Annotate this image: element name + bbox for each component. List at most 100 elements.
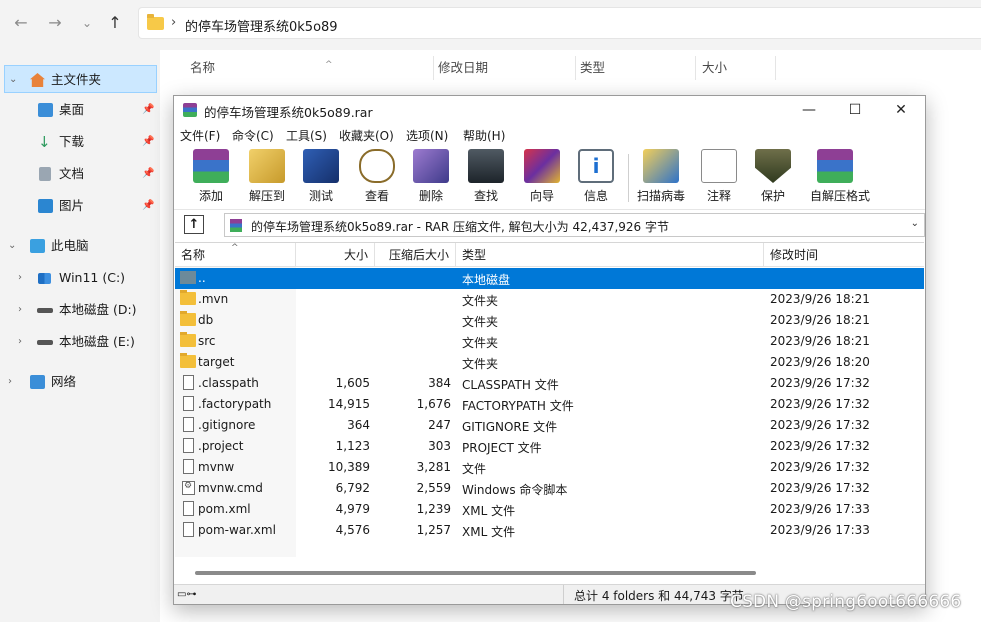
script-file-icon [182, 481, 195, 495]
virus-scan-button[interactable]: 扫描病毒 [636, 149, 686, 207]
up-button[interactable]: ↑ [104, 12, 126, 34]
sidebar-item-pictures[interactable]: 图片 📌 [0, 192, 158, 220]
test-button[interactable]: 测试 [296, 149, 346, 207]
horizontal-scrollbar[interactable] [175, 567, 924, 579]
menu-commands[interactable]: 命令(C) [232, 127, 274, 144]
sidebar-item-drive-c[interactable]: › Win11 (C:) [0, 264, 158, 292]
column-header-name[interactable]: 名称 ^ [182, 56, 434, 80]
chevron-down-icon[interactable]: ⌄ [8, 232, 16, 260]
sidebar-item-this-pc[interactable]: ⌄ 此电脑 [0, 232, 158, 260]
up-one-level-button[interactable]: ↑ [184, 215, 204, 234]
cell-modified: 2023/9/26 18:20 [770, 355, 870, 369]
delete-button[interactable]: 删除 [406, 149, 456, 207]
download-icon: ↓ [38, 133, 51, 151]
column-header-name[interactable]: 名称 ^ [175, 243, 296, 267]
table-row[interactable]: .project 1,123 303 PROJECT 文件 2023/9/26 17:3… [175, 436, 924, 457]
column-header-modified[interactable]: 修改时间 [764, 243, 924, 267]
sidebar-item-drive-d[interactable]: › 本地磁盘 (D:) [0, 296, 158, 324]
sidebar-item-documents[interactable]: 文档 📌 [0, 160, 158, 188]
sidebar-item-downloads[interactable]: ↓ 下载 📌 [0, 128, 158, 156]
drive-status-icon[interactable]: ▭⊶ [177, 588, 209, 601]
close-button[interactable]: ✕ [878, 96, 924, 124]
protect-icon [755, 149, 791, 183]
extract-to-button[interactable]: 解压到 [242, 149, 292, 207]
wizard-button[interactable]: 向导 [517, 149, 567, 207]
menu-help[interactable]: 帮助(H) [463, 127, 505, 144]
menu-options[interactable]: 选项(N) [406, 127, 448, 144]
table-row[interactable]: .factorypath 14,915 1,676 FACTORYPATH 文件 202… [175, 394, 924, 415]
table-row[interactable]: pom-war.xml 4,576 1,257 XML 文件 2023/9/26 17:… [175, 520, 924, 541]
navigation-pane: ⌄ 主文件夹 桌面 📌 ↓ 下载 📌 文档 📌 图片 📌 ⌄ 此电脑 › Win… [0, 50, 160, 622]
table-row[interactable]: .classpath 1,605 384 CLASSPATH 文件 2023/9/26 … [175, 373, 924, 394]
table-row[interactable]: pom.xml 4,979 1,239 XML 文件 2023/9/26 17:33 [175, 499, 924, 520]
test-icon [303, 149, 339, 183]
cell-type: XML 文件 [462, 504, 516, 518]
sfx-button[interactable]: 自解压格式 [810, 149, 870, 207]
toolbar: 添加 解压到 测试 查看 删除 查找 向导 i 信息 扫描病毒 注释 保护 自解… [174, 146, 925, 210]
table-row[interactable]: .mvn 文件夹 2023/9/26 18:21 [175, 289, 924, 310]
column-header-type[interactable]: 类型 [572, 56, 696, 80]
table-row[interactable]: target 文件夹 2023/9/26 18:20 [175, 352, 924, 373]
view-button[interactable]: 查看 [352, 149, 402, 207]
menu-tools[interactable]: 工具(S) [286, 127, 327, 144]
comment-button[interactable]: 注释 [694, 149, 744, 207]
chevron-right-icon[interactable]: › [18, 264, 22, 292]
column-label: 名称 [190, 60, 216, 75]
back-button[interactable]: ← [10, 12, 32, 34]
cell-modified: 2023/9/26 17:32 [770, 418, 870, 432]
cell-modified: 2023/9/26 18:21 [770, 334, 870, 348]
find-button[interactable]: 查找 [461, 149, 511, 207]
chevron-down-icon[interactable]: ⌄ [911, 218, 919, 229]
pin-icon[interactable]: 📌 [142, 160, 154, 188]
desktop-icon [38, 103, 53, 117]
folder-icon [180, 332, 196, 347]
scrollbar-thumb[interactable] [195, 571, 756, 575]
maximize-button[interactable]: ☐ [832, 96, 878, 124]
sidebar-item-network[interactable]: › 网络 [0, 368, 158, 396]
chevron-down-icon[interactable]: ⌄ [9, 66, 17, 94]
menu-file[interactable]: 文件(F) [180, 127, 220, 144]
add-button[interactable]: 添加 [186, 149, 236, 207]
sidebar-item-drive-e[interactable]: › 本地磁盘 (E:) [0, 328, 158, 356]
title-bar[interactable]: 的停车场管理系统0k5o89.rar — ☐ ✕ [174, 96, 925, 124]
table-row[interactable]: mvnw.cmd 6,792 2,559 Windows 命令脚本 2023/9/26 … [175, 478, 924, 499]
table-row[interactable]: db 文件夹 2023/9/26 18:21 [175, 310, 924, 331]
parent-folder-row[interactable]: .. 本地磁盘 [175, 268, 924, 289]
cell-name: .mvn [198, 292, 229, 306]
pin-icon[interactable]: 📌 [142, 192, 154, 220]
cell-name: mvnw [198, 460, 235, 474]
column-header-size[interactable]: 大小 [296, 243, 375, 267]
sidebar-item-label: 下载 [59, 134, 85, 149]
sidebar-item-home[interactable]: ⌄ 主文件夹 [4, 65, 157, 93]
address-bar[interactable]: › 的停车场管理系统0k5o89 [138, 7, 981, 39]
column-header-packed[interactable]: 压缩后大小 [375, 243, 456, 267]
sidebar-item-desktop[interactable]: 桌面 📌 [0, 96, 158, 124]
minimize-button[interactable]: — [786, 96, 832, 124]
column-header-type[interactable]: 类型 [456, 243, 764, 267]
toolbar-label: 删除 [418, 189, 443, 203]
cell-type: 文件 [462, 462, 487, 476]
pin-icon[interactable]: 📌 [142, 128, 154, 156]
forward-button[interactable]: → [44, 12, 66, 34]
column-header-size[interactable]: 大小 [694, 56, 776, 80]
recent-locations-button[interactable]: ⌄ [76, 12, 98, 34]
archive-path-dropdown[interactable]: 的停车场管理系统0k5o89.rar - RAR 压缩文件, 解包大小为 42,… [224, 213, 925, 237]
chevron-right-icon[interactable]: › [8, 368, 12, 396]
chevron-right-icon[interactable]: › [18, 296, 22, 324]
menu-favorites[interactable]: 收藏夹(O) [339, 127, 394, 144]
table-row[interactable]: mvnw 10,389 3,281 文件 2023/9/26 17:32 [175, 457, 924, 478]
table-row[interactable]: .gitignore 364 247 GITIGNORE 文件 2023/9/26 17… [175, 415, 924, 436]
wizard-icon [524, 149, 560, 183]
chevron-right-icon[interactable]: › [18, 328, 22, 356]
toolbar-label: 扫描病毒 [636, 189, 685, 203]
toolbar-label: 测试 [308, 189, 333, 203]
cell-size: 364 [347, 418, 370, 432]
column-header-date[interactable]: 修改日期 [430, 56, 576, 80]
table-row[interactable]: src 文件夹 2023/9/26 18:21 [175, 331, 924, 352]
protect-button[interactable]: 保护 [748, 149, 798, 207]
info-button[interactable]: i 信息 [571, 149, 621, 207]
file-icon [183, 396, 194, 411]
view-icon [359, 149, 395, 183]
pin-icon[interactable]: 📌 [142, 96, 154, 124]
drive-windows-icon [38, 273, 51, 284]
